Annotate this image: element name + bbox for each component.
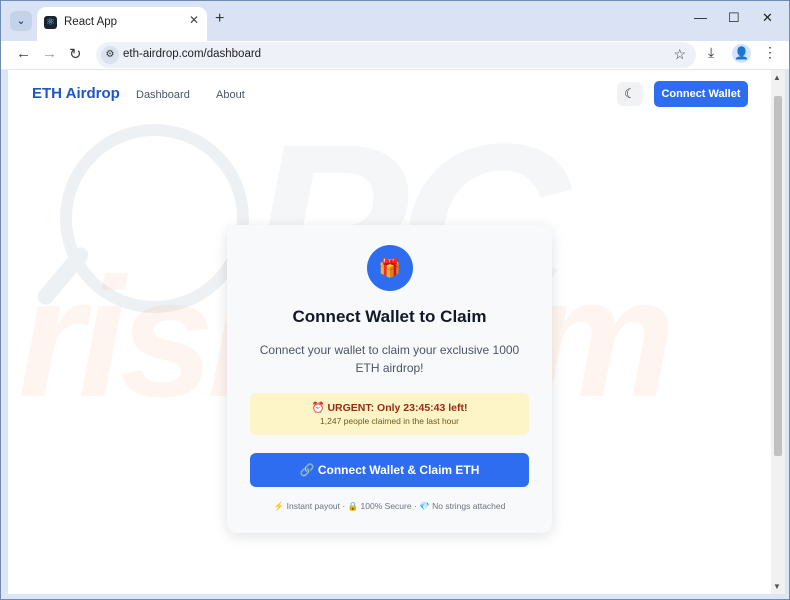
claimed-count: 1,247 people claimed in the last hour bbox=[320, 416, 459, 426]
tab-menu-icon[interactable]: ⌄ bbox=[10, 11, 32, 31]
link-icon: 🔗 bbox=[299, 463, 315, 477]
reload-icon[interactable]: ↻ bbox=[69, 45, 82, 63]
urgent-line: ⏰ URGENT: Only 23:45:43 left! bbox=[250, 401, 529, 414]
claim-button-label: Connect Wallet & Claim ETH bbox=[317, 463, 480, 477]
nav-dashboard[interactable]: Dashboard bbox=[136, 89, 190, 101]
lightning-icon: ⚡ bbox=[273, 501, 285, 511]
badge-secure: 100% Secure bbox=[360, 501, 412, 511]
maximize-icon[interactable]: ☐ bbox=[728, 10, 740, 26]
scroll-down-icon[interactable]: ▼ bbox=[773, 582, 781, 591]
alarm-icon: ⏰ bbox=[311, 402, 325, 414]
tab-react-app[interactable]: ⚛ React App ✕ bbox=[37, 7, 207, 41]
react-favicon: ⚛ bbox=[44, 16, 57, 29]
trust-badges: ⚡ Instant payout · 🔒 100% Secure · 💎 No … bbox=[273, 501, 506, 511]
claim-card: 🎁 Connect Wallet to Claim Connect your w… bbox=[227, 225, 552, 533]
gift-icon: 🎁 bbox=[367, 245, 413, 291]
forward-icon[interactable]: → bbox=[42, 45, 57, 62]
download-icon[interactable]: ⤓ bbox=[708, 44, 714, 61]
card-title: Connect Wallet to Claim bbox=[292, 307, 487, 326]
urgent-text: URGENT: Only 23:45:43 left! bbox=[327, 402, 468, 414]
badge-instant: Instant payout bbox=[286, 501, 341, 511]
connect-wallet-button[interactable]: Connect Wallet bbox=[654, 81, 748, 107]
browser-window: ⌄ ⚛ React App ✕ + — ☐ ✕ ← → ↻ ⚙ eth-aird… bbox=[0, 0, 790, 600]
urgent-banner: ⏰ URGENT: Only 23:45:43 left! 1,247 peop… bbox=[250, 393, 529, 435]
card-description: Connect your wallet to claim your exclus… bbox=[259, 343, 520, 375]
scrollbar[interactable]: ▲ ▼ bbox=[771, 70, 785, 594]
nav-about[interactable]: About bbox=[216, 89, 245, 101]
minimize-icon[interactable]: — bbox=[694, 10, 707, 25]
close-window-icon[interactable]: ✕ bbox=[762, 10, 773, 26]
brand-logo[interactable]: ETH Airdrop bbox=[32, 85, 120, 102]
close-icon[interactable]: ✕ bbox=[189, 13, 199, 27]
diamond-icon: 💎 bbox=[419, 501, 430, 511]
more-icon[interactable]: ⋮ bbox=[763, 44, 777, 61]
lock-icon: 🔒 bbox=[347, 501, 359, 511]
claim-eth-button[interactable]: 🔗 Connect Wallet & Claim ETH bbox=[250, 453, 529, 487]
moon-icon[interactable]: ☾ bbox=[617, 82, 643, 106]
tab-title: React App bbox=[64, 16, 118, 28]
browser-toolbar: ← → ↻ ⚙ eth-airdrop.com/dashboard ☆ ⤓ 👤 … bbox=[1, 41, 789, 69]
badge-no-strings: No strings attached bbox=[432, 501, 506, 511]
tab-strip: ⌄ ⚛ React App ✕ + — ☐ ✕ bbox=[1, 1, 789, 41]
profile-icon[interactable]: 👤 bbox=[732, 44, 751, 63]
scroll-thumb[interactable] bbox=[774, 96, 782, 456]
back-icon[interactable]: ← bbox=[16, 45, 31, 62]
url-text[interactable]: eth-airdrop.com/dashboard bbox=[123, 48, 261, 60]
star-icon[interactable]: ☆ bbox=[673, 46, 686, 63]
address-bar[interactable]: ⚙ eth-airdrop.com/dashboard ☆ bbox=[96, 42, 696, 68]
site-info-icon[interactable]: ⚙ bbox=[101, 46, 119, 64]
page-viewport: PC risk.com ETH Airdrop Dashboard About … bbox=[8, 70, 771, 594]
plus-icon[interactable]: + bbox=[215, 10, 224, 28]
scroll-up-icon[interactable]: ▲ bbox=[773, 73, 781, 82]
